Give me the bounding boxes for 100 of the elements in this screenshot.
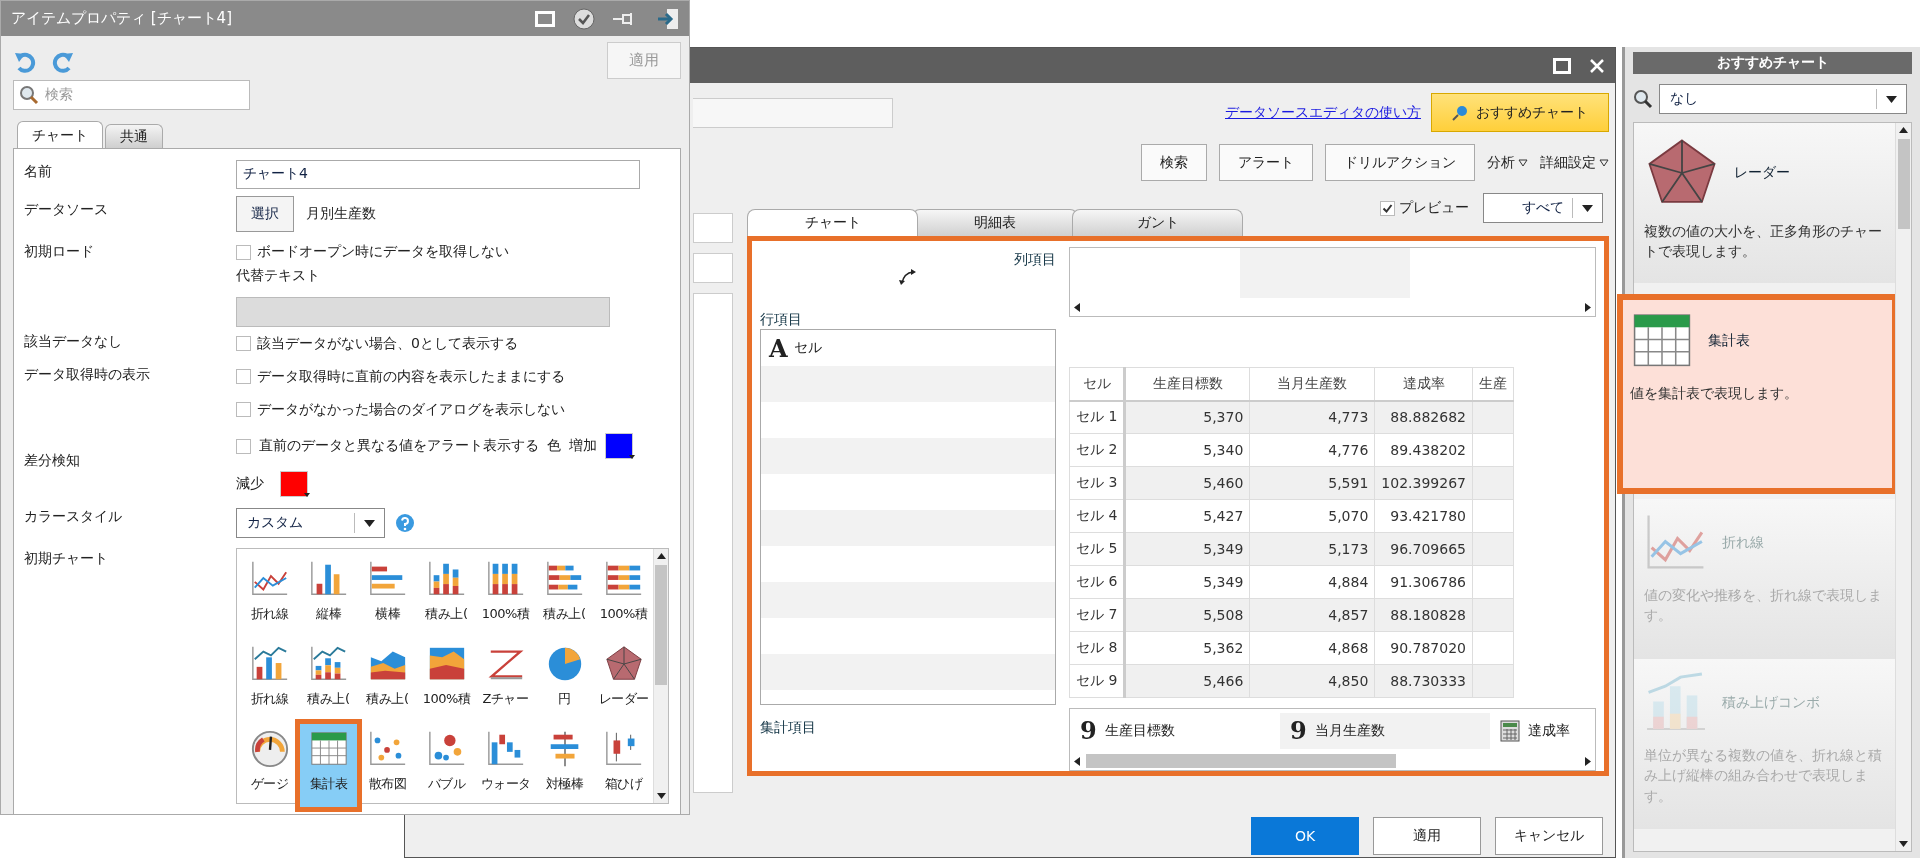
scroll-right-icon[interactable] <box>1585 302 1591 312</box>
input-field[interactable] <box>693 253 733 283</box>
help-icon[interactable] <box>395 513 415 533</box>
checkbox[interactable] <box>236 402 251 417</box>
swap-arrow-icon[interactable] <box>899 269 917 285</box>
table-cell: 4,868 <box>1249 631 1375 665</box>
chart-type-option[interactable]: レーダー <box>594 638 653 723</box>
input-field[interactable] <box>693 213 733 243</box>
scroll-down-icon[interactable] <box>1899 841 1908 847</box>
table-cell: 4,884 <box>1249 565 1375 599</box>
scroll-up-icon[interactable] <box>1899 127 1908 133</box>
scrollbar[interactable] <box>653 549 668 803</box>
maximize-icon[interactable] <box>1553 57 1571 74</box>
close-icon[interactable] <box>1589 57 1605 74</box>
table-cell: セル 6 <box>1069 565 1125 599</box>
scrollbar-thumb[interactable] <box>1086 754 1396 768</box>
table-cell: 4,857 <box>1249 598 1375 632</box>
exit-icon[interactable] <box>657 7 679 30</box>
check-circle-icon[interactable] <box>573 7 595 30</box>
field-label: 初期ロード <box>24 242 95 261</box>
select-button[interactable]: 選択 <box>236 196 294 232</box>
chart-type-option[interactable]: 100%積 <box>476 553 535 638</box>
chart-type-option[interactable]: 縦棒 <box>299 553 358 638</box>
checkbox[interactable] <box>236 369 251 384</box>
aggregate-item[interactable]: 9 当月生産数 <box>1280 712 1490 749</box>
chart-suggestion-card[interactable]: 集計表 値を集計表で表現します。 <box>1620 297 1895 491</box>
toolbar-button[interactable]: アラート <box>1219 144 1313 181</box>
tab[interactable]: チャート <box>17 121 103 149</box>
chart-type-option[interactable]: 積み上( <box>358 638 417 723</box>
tab[interactable]: 共通 <box>105 124 163 148</box>
checkbox[interactable] <box>236 336 251 351</box>
field-label: データソース <box>24 200 109 219</box>
chart-type-option[interactable]: 箱ひげ <box>594 723 653 808</box>
scrollbar-thumb[interactable] <box>1897 139 1910 229</box>
table-cell: 4,773 <box>1249 400 1375 434</box>
chart-suggestion-card[interactable]: レーダー 複数の値の大小を、正多角形のチャートで表現します。 <box>1634 123 1895 283</box>
color-swatch[interactable] <box>605 433 633 459</box>
toolbar-button[interactable]: 検索 <box>1141 144 1207 181</box>
field-label: 名前 <box>24 162 53 181</box>
card-title: 積み上げコンボ <box>1722 694 1820 712</box>
dialog-button[interactable]: 適用 <box>1373 817 1481 855</box>
dialog-button[interactable]: OK <box>1251 817 1359 855</box>
checkbox[interactable] <box>1380 200 1395 216</box>
color-style-dropdown[interactable]: カスタム <box>236 508 385 538</box>
table-cell: 5,591 <box>1249 466 1375 500</box>
chart-type-option[interactable]: バブル <box>417 723 476 808</box>
chart-type-option[interactable]: 円 <box>535 638 594 723</box>
scroll-left-icon[interactable] <box>1074 756 1080 766</box>
filter-dropdown[interactable]: なし <box>1659 84 1907 114</box>
menu-button[interactable]: 分析 <box>1487 153 1528 172</box>
chart-type-option[interactable]: 横棒 <box>358 553 417 638</box>
dialog-button[interactable]: キャンセル <box>1495 817 1603 855</box>
undo-icon[interactable] <box>13 51 37 73</box>
panel-title: おすすめチャート <box>1633 52 1912 74</box>
chart-type-option[interactable]: ウォータ <box>476 723 535 808</box>
chart-type-option[interactable]: 積み上( <box>417 553 476 638</box>
scrollbar[interactable] <box>1895 123 1911 851</box>
chart-type-option[interactable]: 散布図 <box>358 723 417 808</box>
dropdown-triangle-icon <box>1599 158 1609 167</box>
color-swatch[interactable] <box>280 471 308 497</box>
table-cell: セル 4 <box>1069 499 1125 533</box>
chart-type-option[interactable]: Zチャー <box>476 638 535 723</box>
chart-type-option[interactable]: 100%積 <box>594 553 653 638</box>
table-cell: 5,173 <box>1249 532 1375 566</box>
maximize-icon[interactable] <box>535 10 555 27</box>
swatch-label: 減少 <box>236 475 264 493</box>
menu-button[interactable]: 詳細設定 <box>1540 153 1609 172</box>
table-cell: 5,508 <box>1124 598 1250 632</box>
name-field[interactable]: チャート4 <box>236 159 640 189</box>
search-field[interactable] <box>693 97 893 128</box>
scroll-left-icon[interactable] <box>1074 302 1080 312</box>
scroll-down-icon[interactable] <box>656 793 666 799</box>
gauge-icon <box>249 729 290 769</box>
filter-dropdown[interactable]: すべて <box>1483 193 1603 223</box>
chart-type-option[interactable]: 積み上( <box>299 638 358 723</box>
table-cell: セル 7 <box>1069 598 1125 632</box>
chart-type-option[interactable]: 折れ線 <box>240 638 299 723</box>
recommend-chart-button[interactable]: おすすめチャート <box>1431 93 1609 132</box>
chart-type-option[interactable]: 折れ線 <box>240 553 299 638</box>
card-description: 値の変化や推移を、折れ線で表現します。 <box>1644 586 1883 626</box>
table-cell: 90.787020 <box>1374 631 1473 665</box>
chart-type-option[interactable]: 100%積 <box>417 638 476 723</box>
checkbox[interactable] <box>236 244 251 260</box>
chart-type-option[interactable]: 対極棒 <box>535 723 594 808</box>
help-link[interactable]: データソースエディタの使い方 <box>1225 103 1421 122</box>
scroll-right-icon[interactable] <box>1585 756 1591 766</box>
table-cell: 5,362 <box>1124 631 1250 665</box>
column-header: 生産目標数 <box>1124 367 1250 401</box>
table-cell: 4,776 <box>1249 433 1375 467</box>
card-title: 折れ線 <box>1722 534 1764 552</box>
tab[interactable]: チャート <box>747 209 918 236</box>
row-item[interactable]: A セル <box>761 330 1055 366</box>
chart-type-option[interactable]: 積み上( <box>535 553 594 638</box>
toolbar-button[interactable]: ドリルアクション <box>1325 144 1475 181</box>
scroll-up-icon[interactable] <box>656 553 666 559</box>
checkbox[interactable] <box>236 438 251 454</box>
scrollbar-thumb[interactable] <box>655 565 667 685</box>
tab[interactable]: ガント <box>1072 209 1243 236</box>
table-cell: セル 2 <box>1069 433 1125 467</box>
redo-icon[interactable] <box>51 51 75 73</box>
